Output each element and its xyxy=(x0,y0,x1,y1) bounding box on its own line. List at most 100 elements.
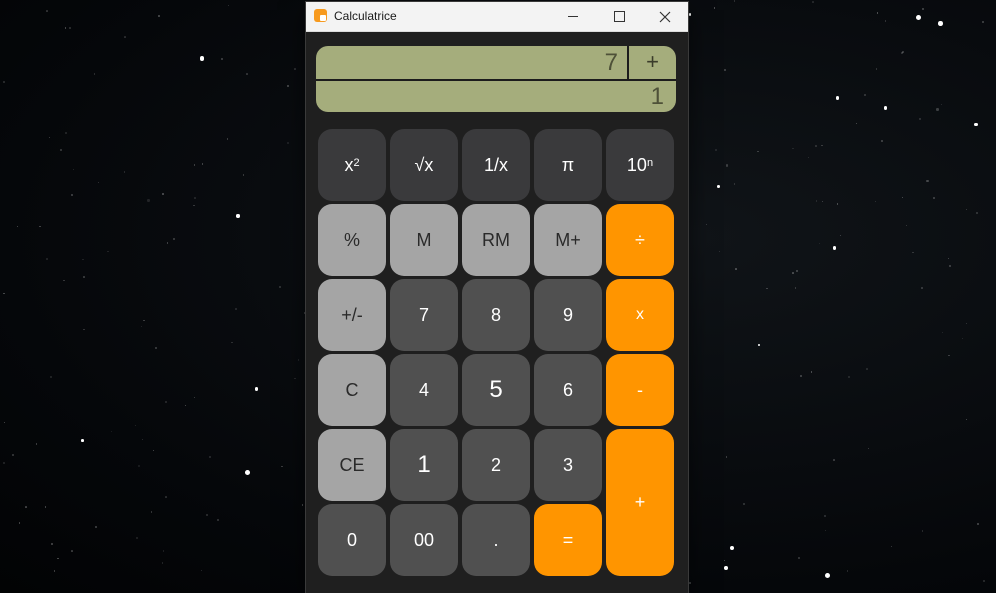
star xyxy=(915,15,921,21)
star xyxy=(228,4,230,6)
star xyxy=(281,465,283,468)
decimal-button[interactable]: . xyxy=(462,504,530,576)
minimize-button[interactable] xyxy=(550,2,596,31)
star xyxy=(35,443,38,445)
star xyxy=(948,354,950,357)
close-icon xyxy=(659,11,671,22)
star xyxy=(977,522,980,525)
maximize-button[interactable] xyxy=(596,2,642,31)
star xyxy=(184,404,187,407)
star xyxy=(162,192,165,195)
digit-4-button[interactable]: 4 xyxy=(390,354,458,426)
star xyxy=(766,287,768,290)
star xyxy=(713,6,716,9)
pi-button[interactable]: π xyxy=(534,129,602,201)
star xyxy=(933,197,935,199)
star xyxy=(965,323,968,325)
star xyxy=(832,246,836,250)
double-zero-button[interactable]: 00 xyxy=(390,504,458,576)
add-button[interactable]: + xyxy=(606,429,674,576)
star xyxy=(706,223,708,225)
pow10-label-base: 10 xyxy=(626,154,647,175)
star xyxy=(4,421,6,423)
multiply-button[interactable]: x xyxy=(606,279,674,351)
star xyxy=(162,550,165,552)
star xyxy=(832,459,835,461)
star xyxy=(796,270,798,272)
star xyxy=(234,308,237,311)
result-value: 1 xyxy=(650,83,664,110)
star xyxy=(173,237,176,240)
equals-button[interactable]: = xyxy=(534,504,602,576)
percent-button[interactable]: % xyxy=(318,204,386,276)
star xyxy=(166,242,169,244)
digit-2-button[interactable]: 2 xyxy=(462,429,530,501)
star xyxy=(688,13,692,17)
star xyxy=(839,234,842,237)
star xyxy=(254,386,259,391)
star xyxy=(18,522,21,524)
star xyxy=(193,164,196,166)
star xyxy=(165,496,167,498)
star xyxy=(942,332,944,334)
star xyxy=(966,419,968,421)
digit-3-button[interactable]: 3 xyxy=(534,429,602,501)
star xyxy=(824,529,826,532)
star xyxy=(71,550,74,553)
star xyxy=(287,142,290,145)
star xyxy=(161,562,164,564)
clear-button[interactable]: C xyxy=(318,354,386,426)
star xyxy=(821,145,823,147)
divide-button[interactable]: ÷ xyxy=(606,204,674,276)
clear-entry-button[interactable]: CE xyxy=(318,429,386,501)
star xyxy=(729,546,735,551)
star xyxy=(863,93,866,96)
digit-8-button[interactable]: 8 xyxy=(462,279,530,351)
digit-7-button[interactable]: 7 xyxy=(390,279,458,351)
star xyxy=(982,579,986,582)
star xyxy=(59,148,63,151)
digit-9-button[interactable]: 9 xyxy=(534,279,602,351)
star xyxy=(718,250,721,252)
title-bar[interactable]: Calculatrice xyxy=(306,2,688,32)
star xyxy=(143,320,145,322)
star xyxy=(95,525,98,528)
star xyxy=(818,242,820,244)
star xyxy=(961,337,964,340)
reciprocal-button[interactable]: 1/x xyxy=(462,129,530,201)
star xyxy=(51,542,54,545)
power-of-ten-button[interactable]: 10 n xyxy=(606,129,674,201)
pow10-label-sup: n xyxy=(646,157,654,169)
star xyxy=(905,224,908,227)
star xyxy=(278,285,282,289)
star xyxy=(63,279,65,281)
star xyxy=(876,12,879,14)
digit-1-button[interactable]: 1 xyxy=(390,429,458,501)
memory-button[interactable]: M xyxy=(390,204,458,276)
memory-add-button[interactable]: M+ xyxy=(534,204,602,276)
star xyxy=(138,464,141,467)
star xyxy=(724,69,727,72)
sqrt-button[interactable]: √x xyxy=(390,129,458,201)
star xyxy=(11,454,14,457)
close-button[interactable] xyxy=(642,2,688,31)
digit-0-button[interactable]: 0 xyxy=(318,504,386,576)
recall-memory-button[interactable]: RM xyxy=(462,204,530,276)
star xyxy=(46,10,48,13)
sign-toggle-button[interactable]: +/- xyxy=(318,279,386,351)
star xyxy=(124,171,126,173)
star xyxy=(208,455,211,458)
digit-6-button[interactable]: 6 xyxy=(534,354,602,426)
star xyxy=(810,371,813,373)
digit-5-button[interactable]: 5 xyxy=(462,354,530,426)
square-button[interactable]: x2 xyxy=(318,129,386,201)
star xyxy=(884,20,887,22)
star xyxy=(714,149,717,152)
square-label-sup: 2 xyxy=(353,157,360,169)
star xyxy=(216,518,219,521)
star xyxy=(201,163,204,165)
star xyxy=(97,182,99,184)
star xyxy=(221,58,224,61)
subtract-button[interactable]: - xyxy=(606,354,674,426)
star xyxy=(140,325,142,327)
